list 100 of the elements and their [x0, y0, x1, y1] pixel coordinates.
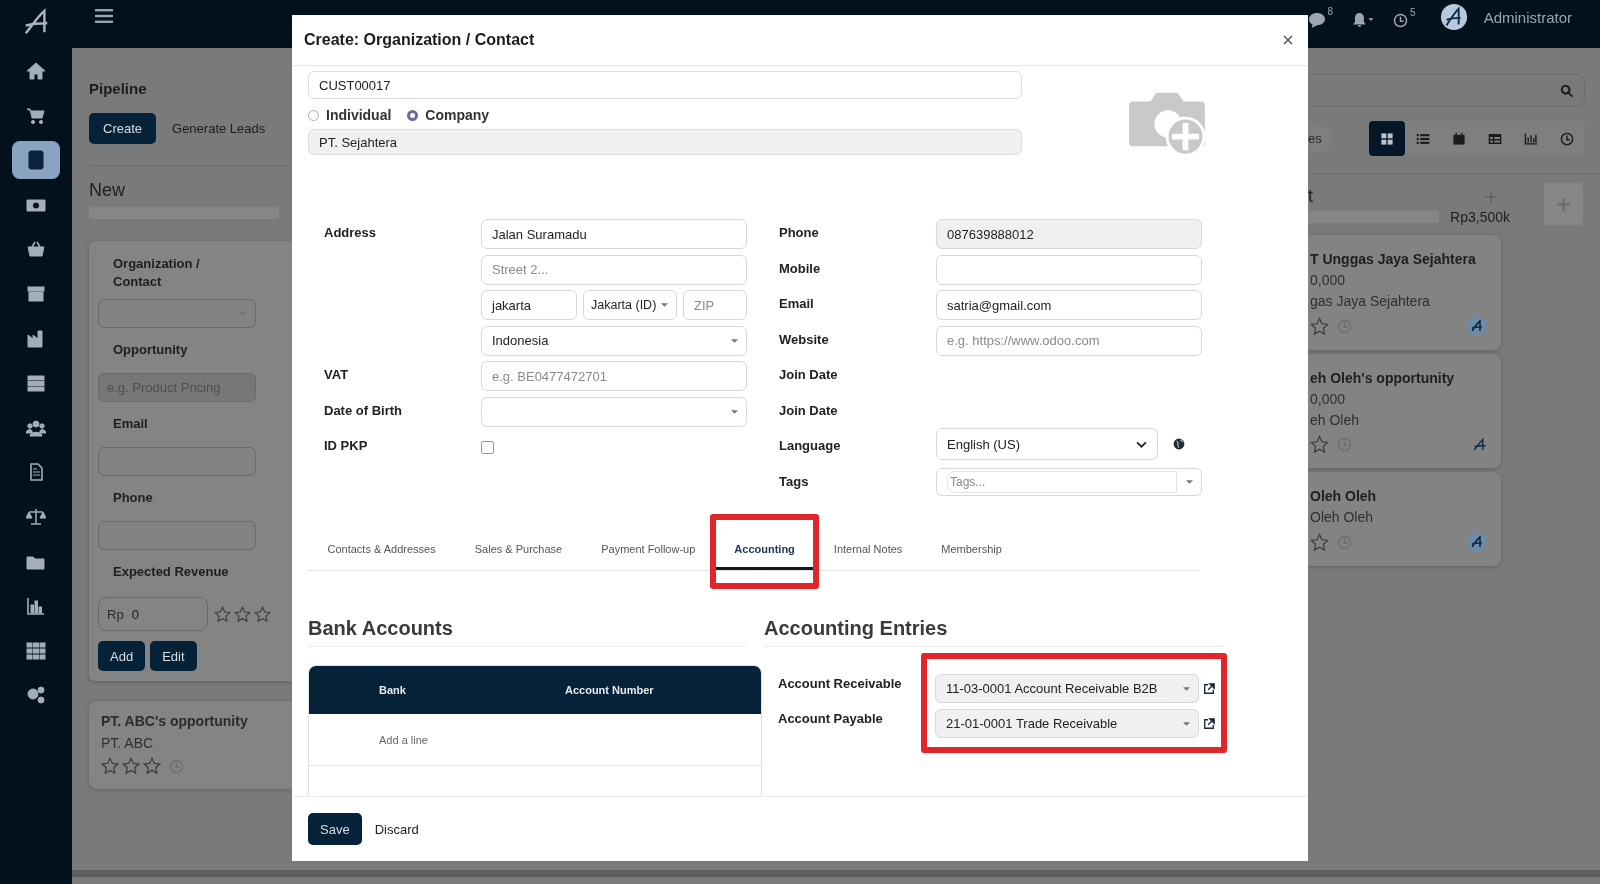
card-text: 0,000 — [1310, 272, 1347, 288]
account-select[interactable]: 11-03-0001 Account Receivable B2B — [935, 674, 1199, 703]
chat-icon[interactable] — [1307, 12, 1326, 28]
section-title: Accounting Entries — [764, 617, 1224, 647]
message-count: 8 — [1327, 6, 1334, 17]
field-label: Expected Revenue — [112, 563, 230, 581]
select-field[interactable] — [98, 299, 256, 328]
radio-option[interactable]: Individual — [308, 107, 392, 123]
customer-name: PT. ABC — [101, 735, 155, 751]
priority-stars[interactable] — [101, 757, 161, 775]
tab[interactable]: Contacts & Addresses — [308, 528, 456, 570]
tab[interactable]: Accounting — [714, 528, 815, 570]
tab[interactable]: Payment Follow-up — [581, 528, 715, 570]
field-label: Email — [779, 295, 815, 311]
search-field[interactable] — [1308, 74, 1585, 107]
avatar-icon[interactable] — [1439, 3, 1468, 31]
star-icon[interactable] — [101, 757, 119, 775]
save-button[interactable]: Save — [308, 813, 362, 845]
edit-button[interactable]: Edit — [150, 641, 197, 671]
view-button[interactable] — [1368, 121, 1405, 156]
add-line-link[interactable]: Add a line — [379, 733, 428, 746]
currency-label: Rp — [107, 606, 124, 622]
filter-chip[interactable]: es — [1308, 124, 1332, 153]
external-link-icon[interactable] — [1203, 717, 1215, 730]
field-label: Mobile — [779, 259, 822, 276]
star-icon[interactable] — [254, 605, 271, 623]
bell-icon[interactable] — [1351, 12, 1376, 28]
field-label: Organization / Contact — [112, 255, 201, 291]
input-field[interactable]: 087639888012 — [936, 219, 1202, 249]
card-title: PT. ABC's opportunity — [101, 713, 249, 729]
field-label: Join Date — [779, 366, 839, 382]
street-field[interactable]: Jalan Suramadu — [481, 219, 747, 249]
card-text: Oleh Oleh — [1310, 509, 1375, 525]
star-icon[interactable] — [1310, 316, 1329, 336]
account-select[interactable]: 21-01-0001 Trade Receivable — [935, 709, 1199, 738]
street2-field[interactable]: Street 2... — [481, 254, 747, 285]
external-link-icon[interactable] — [1203, 682, 1215, 695]
date-field[interactable] — [481, 396, 747, 427]
language-select[interactable]: English (US) — [936, 428, 1158, 460]
globe-icon[interactable] — [1173, 438, 1185, 450]
field-label: Address — [324, 224, 378, 240]
radio-label: Individual — [326, 107, 392, 123]
caret-icon — [1186, 479, 1193, 484]
avatar-icon — [1467, 532, 1487, 552]
field-label: Tags — [779, 472, 810, 489]
input-field[interactable] — [98, 447, 256, 476]
field-label: Join Date — [779, 401, 839, 418]
radio-label: Company — [425, 107, 490, 123]
tab[interactable]: Sales & Purchase — [455, 528, 582, 570]
opportunity-card[interactable]: eh Oleh's opportunity 0,000 eh Oleh — [1308, 354, 1501, 468]
city-field[interactable]: jakarta — [481, 290, 577, 320]
generate-leads-button[interactable]: Generate Leads — [168, 113, 270, 144]
scrollbar[interactable] — [72, 870, 1600, 877]
radio-button[interactable] — [407, 109, 419, 121]
opportunity-card[interactable]: T Unggas Jaya Sejahtera 0,000 gas Jaya Sejahtera — [1308, 235, 1501, 350]
clock-icon — [1559, 131, 1574, 146]
star-icon[interactable] — [122, 757, 140, 775]
field-label: Phone — [112, 489, 154, 507]
star-icon[interactable] — [143, 757, 161, 775]
star-icon[interactable] — [214, 605, 231, 623]
caret-icon — [661, 303, 668, 307]
sidebar-item[interactable] — [12, 141, 60, 180]
zip-field[interactable]: ZIP — [683, 290, 747, 320]
caret-icon — [731, 338, 738, 343]
country-field[interactable]: Indonesia — [481, 325, 747, 356]
field-label: Opportunity — [112, 341, 189, 359]
reference-field[interactable]: CUST00017 — [308, 71, 1022, 99]
star-icon[interactable] — [234, 605, 251, 623]
star-icon[interactable] — [1310, 532, 1329, 552]
state-field[interactable]: Jakarta (ID) — [583, 290, 677, 320]
input-field[interactable] — [98, 521, 256, 550]
revenue-field[interactable]: Rp 0 — [98, 597, 208, 631]
star-icon[interactable] — [1310, 435, 1329, 454]
tags-field[interactable]: Tags... — [936, 467, 1202, 496]
column-header: Account Number — [565, 684, 654, 696]
discard-button[interactable]: Discard — [370, 813, 423, 845]
create-button[interactable]: Create — [89, 113, 157, 144]
plus-icon — [1557, 197, 1570, 211]
tab[interactable]: Internal Notes — [814, 528, 922, 570]
menu-icon[interactable] — [95, 9, 113, 23]
opportunity-card[interactable]: PT. ABC's opportunity PT. ABC — [89, 701, 292, 789]
input-field[interactable]: satria@gmail.com — [936, 290, 1202, 320]
name-field[interactable]: PT. Sejahtera — [308, 129, 1022, 155]
clock-icon[interactable] — [1393, 12, 1409, 28]
checkbox[interactable] — [481, 441, 494, 454]
priority-stars[interactable] — [214, 605, 271, 623]
user-name[interactable]: Administrator — [1483, 8, 1572, 26]
logo-icon[interactable] — [22, 8, 50, 36]
list-icon — [1415, 131, 1430, 146]
caret-icon — [731, 409, 738, 414]
field-label: VAT — [324, 366, 350, 382]
search-icon[interactable] — [1560, 83, 1574, 98]
home-icon — [26, 61, 46, 81]
opportunity-card[interactable]: Oleh Oleh Oleh Oleh — [1308, 472, 1501, 566]
close-icon[interactable] — [1283, 35, 1293, 45]
column-title: t — [1308, 186, 1313, 207]
archive-box-icon — [26, 283, 46, 304]
tab[interactable]: Membership — [921, 528, 1022, 570]
add-button[interactable]: Add — [98, 641, 146, 671]
radio-option[interactable]: Company — [407, 107, 490, 123]
